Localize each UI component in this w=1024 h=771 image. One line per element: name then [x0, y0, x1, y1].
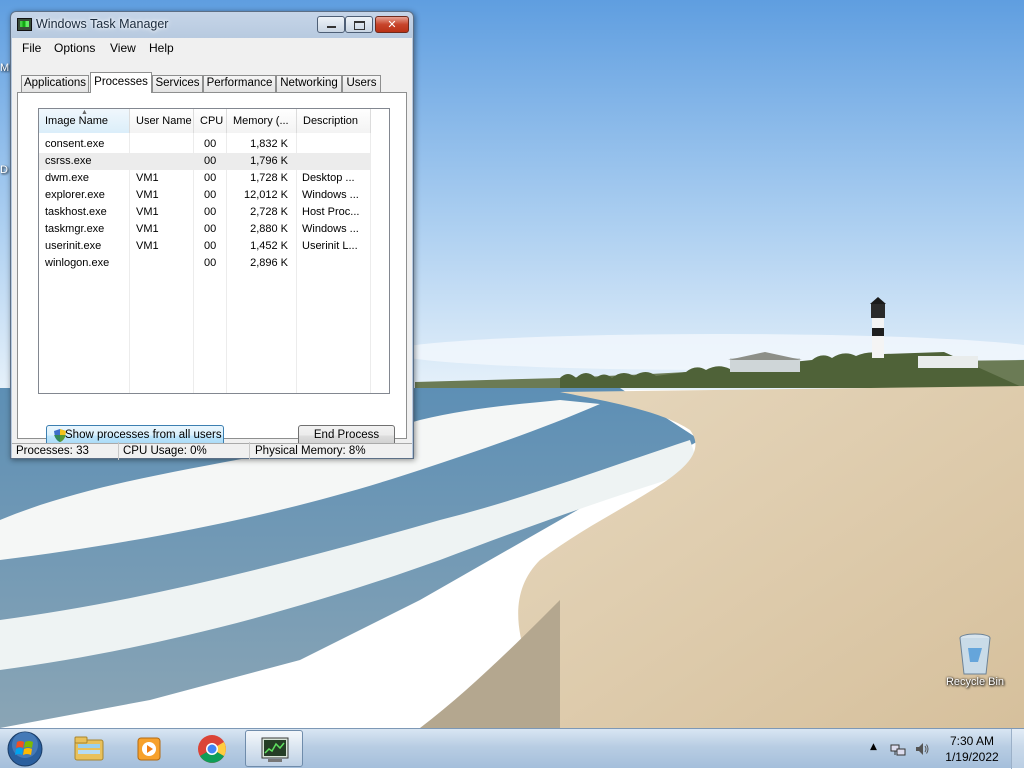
cell-image: taskmgr.exe: [45, 223, 105, 235]
windows-explorer-icon: [74, 736, 104, 761]
cell-image: userinit.exe: [45, 240, 102, 252]
clock[interactable]: 7:30 AM 1/19/2022: [922, 733, 1022, 765]
cell-user: VM1: [136, 240, 159, 252]
processes-tab-panel: ▲ Image Name User Name CPU Memory (... D…: [17, 92, 407, 446]
network-icon[interactable]: [890, 741, 906, 757]
cell-cpu: 00: [204, 223, 217, 235]
recycle-bin-icon: [959, 633, 991, 675]
taskbar: ▲ 7:30 AM 1/19/2022: [0, 728, 1024, 769]
cell-memory: 2,896 K: [250, 257, 288, 269]
cell-description: Host Proc...: [302, 206, 360, 218]
sort-ascending-icon: ▲: [81, 109, 88, 116]
menu-bar: File Options View Help: [12, 38, 412, 58]
menu-file[interactable]: File: [22, 41, 41, 55]
close-button[interactable]: ✕: [375, 16, 409, 33]
cell-image: explorer.exe: [45, 189, 105, 201]
menu-help[interactable]: Help: [149, 41, 174, 55]
tab-performance[interactable]: Performance: [203, 75, 276, 92]
status-bar: Processes: 33 CPU Usage: 0% Physical Mem…: [12, 442, 412, 460]
cell-cpu: 00: [204, 240, 217, 252]
table-row[interactable]: taskmgr.exe VM1 00 2,880 K Windows ...: [39, 221, 371, 238]
cell-cpu: 00: [204, 206, 217, 218]
cell-cpu: 00: [204, 189, 217, 201]
cell-user: VM1: [136, 206, 159, 218]
cell-image: csrss.exe: [45, 155, 92, 167]
desktop-icon-label-partial: M: [0, 62, 10, 74]
media-player-icon: [137, 737, 161, 761]
cell-cpu: 00: [204, 257, 217, 269]
title-bar[interactable]: Windows Task Manager ✕: [11, 12, 413, 40]
menu-view[interactable]: View: [110, 41, 136, 55]
minimize-button[interactable]: [317, 16, 345, 33]
cell-memory: 1,796 K: [250, 155, 288, 167]
menu-options[interactable]: Options: [54, 41, 95, 55]
cell-user: VM1: [136, 172, 159, 184]
cell-memory: 2,728 K: [250, 206, 288, 218]
uac-shield-icon: [54, 429, 66, 442]
tab-users[interactable]: Users: [342, 75, 381, 92]
chrome-icon: [198, 735, 226, 763]
task-manager-window: Windows Task Manager ✕ File Options View…: [10, 11, 414, 460]
column-header-image-name[interactable]: ▲ Image Name: [39, 109, 130, 133]
table-row[interactable]: explorer.exe VM1 00 12,012 K Windows ...: [39, 187, 371, 204]
cell-memory: 12,012 K: [243, 189, 288, 201]
table-row[interactable]: taskhost.exe VM1 00 2,728 K Host Proc...: [39, 204, 371, 221]
tab-services[interactable]: Services: [152, 75, 203, 92]
taskbar-chrome[interactable]: [183, 730, 241, 767]
table-row[interactable]: csrss.exe 00 1,796 K: [39, 153, 371, 170]
tab-networking[interactable]: Networking: [276, 75, 342, 92]
desktop-icon-label-partial: D: [0, 164, 8, 176]
taskbar-media-player[interactable]: [120, 730, 178, 767]
recycle-bin-shortcut[interactable]: Recycle Bin: [940, 632, 1010, 688]
show-all-processes-label: Show processes from all users: [65, 429, 222, 441]
status-cpu-usage: CPU Usage: 0%: [119, 442, 250, 460]
cell-description: Userinit L...: [302, 240, 358, 252]
cell-image: taskhost.exe: [45, 206, 107, 218]
clock-date: 1/19/2022: [945, 750, 999, 764]
cell-cpu: 00: [204, 155, 217, 167]
task-manager-icon: [17, 18, 32, 31]
window-title: Windows Task Manager: [36, 17, 169, 31]
taskbar-windows-explorer[interactable]: [60, 730, 118, 767]
cell-cpu: 00: [204, 138, 217, 150]
cell-image: winlogon.exe: [45, 257, 110, 269]
clock-time: 7:30 AM: [949, 734, 995, 748]
cell-user: VM1: [136, 189, 159, 201]
show-desktop-button[interactable]: [1011, 729, 1024, 769]
cell-image: consent.exe: [45, 138, 105, 150]
tab-applications[interactable]: Applications: [21, 75, 89, 92]
task-manager-icon: [261, 737, 289, 762]
table-row[interactable]: winlogon.exe 00 2,896 K: [39, 255, 371, 272]
column-header-description[interactable]: Description: [297, 109, 371, 133]
table-row[interactable]: dwm.exe VM1 00 1,728 K Desktop ...: [39, 170, 371, 187]
cell-image: dwm.exe: [45, 172, 90, 184]
cell-description: Windows ...: [302, 223, 359, 235]
notification-area: ▲ 7:30 AM 1/19/2022: [862, 729, 1024, 769]
cell-memory: 1,728 K: [250, 172, 288, 184]
cell-cpu: 00: [204, 172, 217, 184]
cell-description: Desktop ...: [302, 172, 355, 184]
taskbar-task-manager[interactable]: [245, 730, 303, 767]
table-row[interactable]: consent.exe 00 1,832 K: [39, 136, 371, 153]
maximize-button[interactable]: [345, 16, 373, 33]
start-orb-icon: [7, 731, 43, 767]
cell-user: VM1: [136, 223, 159, 235]
cell-description: Windows ...: [302, 189, 359, 201]
status-processes-count: Processes: 33: [12, 442, 119, 460]
table-row[interactable]: userinit.exe VM1 00 1,452 K Userinit L...: [39, 238, 371, 255]
tab-processes[interactable]: Processes: [90, 72, 152, 93]
cell-memory: 1,832 K: [250, 138, 288, 150]
column-header-user-name[interactable]: User Name: [130, 109, 194, 133]
column-header-cpu[interactable]: CPU: [194, 109, 227, 133]
close-icon: ✕: [387, 18, 397, 31]
status-physical-memory: Physical Memory: 8%: [255, 445, 366, 457]
window-client-area: Applications Processes Services Performa…: [12, 58, 412, 446]
cell-memory: 1,452 K: [250, 240, 288, 252]
column-header-memory[interactable]: Memory (...: [227, 109, 297, 133]
start-button[interactable]: [5, 730, 45, 768]
recycle-bin-label: Recycle Bin: [945, 676, 1005, 688]
cell-memory: 2,880 K: [250, 223, 288, 235]
show-hidden-icons-button[interactable]: ▲: [870, 742, 877, 752]
process-list[interactable]: ▲ Image Name User Name CPU Memory (... D…: [38, 108, 390, 394]
